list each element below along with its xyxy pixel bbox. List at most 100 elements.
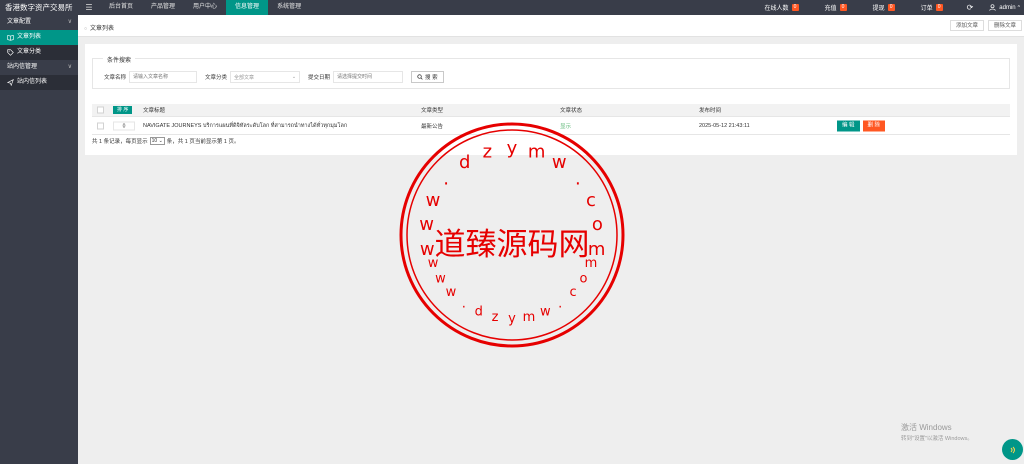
stamp-url-char: w xyxy=(552,152,567,173)
sidebar-item-label: 文章列表 xyxy=(17,34,42,40)
nav-item-info[interactable]: 信息管理 xyxy=(226,0,269,15)
tab-label: 文章列表 xyxy=(90,26,115,32)
stamp-url-char: y xyxy=(507,138,518,159)
stamp-url-char: z xyxy=(492,310,499,325)
select-all-checkbox[interactable] xyxy=(97,106,104,114)
nav-item-products[interactable]: 产品管理 xyxy=(142,0,184,15)
table-header: 排 序 文章标题 文章类型 文章状态 发布时间 xyxy=(92,104,1010,117)
sidebar-group-articles[interactable]: 文章配置 ∨ xyxy=(0,15,78,30)
date-input[interactable] xyxy=(333,71,404,83)
page-size-value: 10 xyxy=(151,138,158,144)
online-label: 在线人数 xyxy=(764,6,789,12)
search-row: 文章名称 文章分类 全部文章 ⌄ 提交日期 搜 索 xyxy=(104,71,444,83)
nav-item-system[interactable]: 系统管理 xyxy=(268,0,310,15)
search-label: 搜 索 xyxy=(425,75,438,81)
windows-activation-notice: 激活 Windows 转到"设置"以激活 Windows。 xyxy=(901,422,973,442)
sidebar-item-label: 站内信列表 xyxy=(17,79,48,85)
date-label: 提交日期 xyxy=(308,75,331,81)
chevron-up-icon: ^ xyxy=(1017,4,1020,11)
pagination: 共 1 条记录，每页显示 10 ⌄ 条，共 1 页当前显示第 1 页。 xyxy=(92,137,240,145)
category-select[interactable]: 全部文章 ⌄ xyxy=(230,71,301,83)
online-badge: 0 xyxy=(791,4,799,11)
app-title: 香港数字资产交易所 xyxy=(5,3,73,12)
header-status: 文章状态 xyxy=(560,108,583,114)
sort-button[interactable]: 排 序 xyxy=(113,106,133,114)
header-title: 文章标题 xyxy=(143,108,166,114)
pager-prefix: 共 1 条记录，每页显示 xyxy=(92,139,148,145)
sidebar: 文章配置 ∨ 文章列表 文章分类 站内信管理 ∨ 站内信列表 xyxy=(0,15,78,464)
tab-bar: ○ 文章列表 添加文章 删除文章 xyxy=(78,15,1024,37)
stamp-url-char: o xyxy=(592,214,603,235)
stamp-url-char: . xyxy=(575,169,581,190)
stamp-main-text: 道臻源码网 xyxy=(435,227,590,263)
nav-item-users[interactable]: 用户中心 xyxy=(184,0,226,15)
sidebar-group-messages[interactable]: 站内信管理 ∨ xyxy=(0,60,78,75)
floating-chat-button[interactable] xyxy=(1002,439,1023,460)
category-label: 文章分类 xyxy=(205,75,228,81)
stamp-url-char: w xyxy=(446,285,457,300)
recharge-count[interactable]: 充值 0 xyxy=(825,3,847,12)
row-actions: 编 辑删 除 xyxy=(837,120,886,131)
name-label: 文章名称 xyxy=(104,75,127,81)
chevron-down-icon: ⌄ xyxy=(291,74,297,80)
category-value: 全部文章 xyxy=(234,74,255,81)
row-sort-input[interactable]: 0 xyxy=(113,121,135,130)
user-icon xyxy=(989,4,996,11)
sidebar-item-article-category[interactable]: 文章分类 xyxy=(0,45,78,60)
row-checkbox[interactable] xyxy=(97,122,104,129)
pager-suffix: 条，共 1 页当前显示第 1 页。 xyxy=(166,139,240,145)
watermark-stamp: 道臻源码网 www.d z y m w.com www.d z y m w.com xyxy=(399,122,625,348)
search-icon xyxy=(417,74,423,80)
circle-icon: ○ xyxy=(84,26,88,32)
stamp-url-char: d xyxy=(475,305,483,320)
recharge-badge: 0 xyxy=(839,4,847,11)
stamp-url-char: o xyxy=(580,272,588,287)
stamp-url-char: . xyxy=(558,296,562,311)
stamp-url-char: . xyxy=(443,169,449,190)
withdraw-count[interactable]: 提现 0 xyxy=(873,3,895,12)
add-article-button[interactable]: 添加文章 xyxy=(949,20,984,31)
chevron-down-icon: ∨ xyxy=(67,19,72,25)
recharge-label: 充值 xyxy=(824,6,837,12)
stamp-url-char: d xyxy=(459,152,470,173)
search-legend: 条件搜索 xyxy=(103,55,136,64)
nav-item-home[interactable]: 后台首页 xyxy=(100,0,142,15)
delete-button[interactable]: 删 除 xyxy=(862,120,886,131)
page-size-select[interactable]: 10 ⌄ xyxy=(149,137,165,145)
stamp-url-char: . xyxy=(462,296,466,311)
sidebar-group-label: 站内信管理 xyxy=(7,64,38,70)
withdraw-label: 提现 xyxy=(872,6,885,12)
orders-count[interactable]: 订单 0 xyxy=(921,3,943,12)
online-count[interactable]: 在线人数 0 xyxy=(765,3,799,12)
stamp-url-char: w xyxy=(426,190,441,211)
stamp-url-char: c xyxy=(586,190,596,211)
sidebar-item-article-list[interactable]: 文章列表 xyxy=(0,30,78,45)
stamp-url-char: y xyxy=(508,312,516,327)
chevron-down-icon: ∨ xyxy=(67,64,72,70)
sidebar-item-message-list[interactable]: 站内信列表 xyxy=(0,75,78,90)
edit-button[interactable]: 编 辑 xyxy=(837,120,860,131)
stamp-url-char: m xyxy=(523,310,536,325)
stamp-url-char: m xyxy=(585,256,598,271)
search-button[interactable]: 搜 索 xyxy=(411,71,444,83)
top-nav: 后台首页 产品管理 用户中心 信息管理 系统管理 xyxy=(100,0,310,15)
sidebar-item-label: 文章分类 xyxy=(17,49,42,55)
orders-label: 订单 xyxy=(920,6,933,12)
header-type: 文章类型 xyxy=(421,108,444,114)
stamp-url-char: z xyxy=(483,142,492,163)
stamp-url-char: w xyxy=(419,214,434,235)
tag-icon xyxy=(7,49,14,56)
stamp-url-char: w xyxy=(428,256,439,271)
stamp-url-char: w xyxy=(435,272,446,287)
user-menu[interactable]: admin ^ xyxy=(989,4,1020,11)
send-icon xyxy=(7,79,14,86)
stamp-url-char: m xyxy=(528,142,546,163)
delete-article-button[interactable]: 删除文章 xyxy=(987,20,1022,31)
refresh-icon[interactable]: ⟳ xyxy=(967,3,974,12)
tab-article-list[interactable]: ○ 文章列表 xyxy=(84,23,114,32)
user-name: admin xyxy=(999,4,1016,11)
article-name-input[interactable] xyxy=(129,71,198,83)
menu-toggle-icon[interactable]: ☰ xyxy=(78,3,100,12)
orders-badge: 0 xyxy=(935,4,943,11)
sidebar-group-label: 文章配置 xyxy=(7,19,32,25)
